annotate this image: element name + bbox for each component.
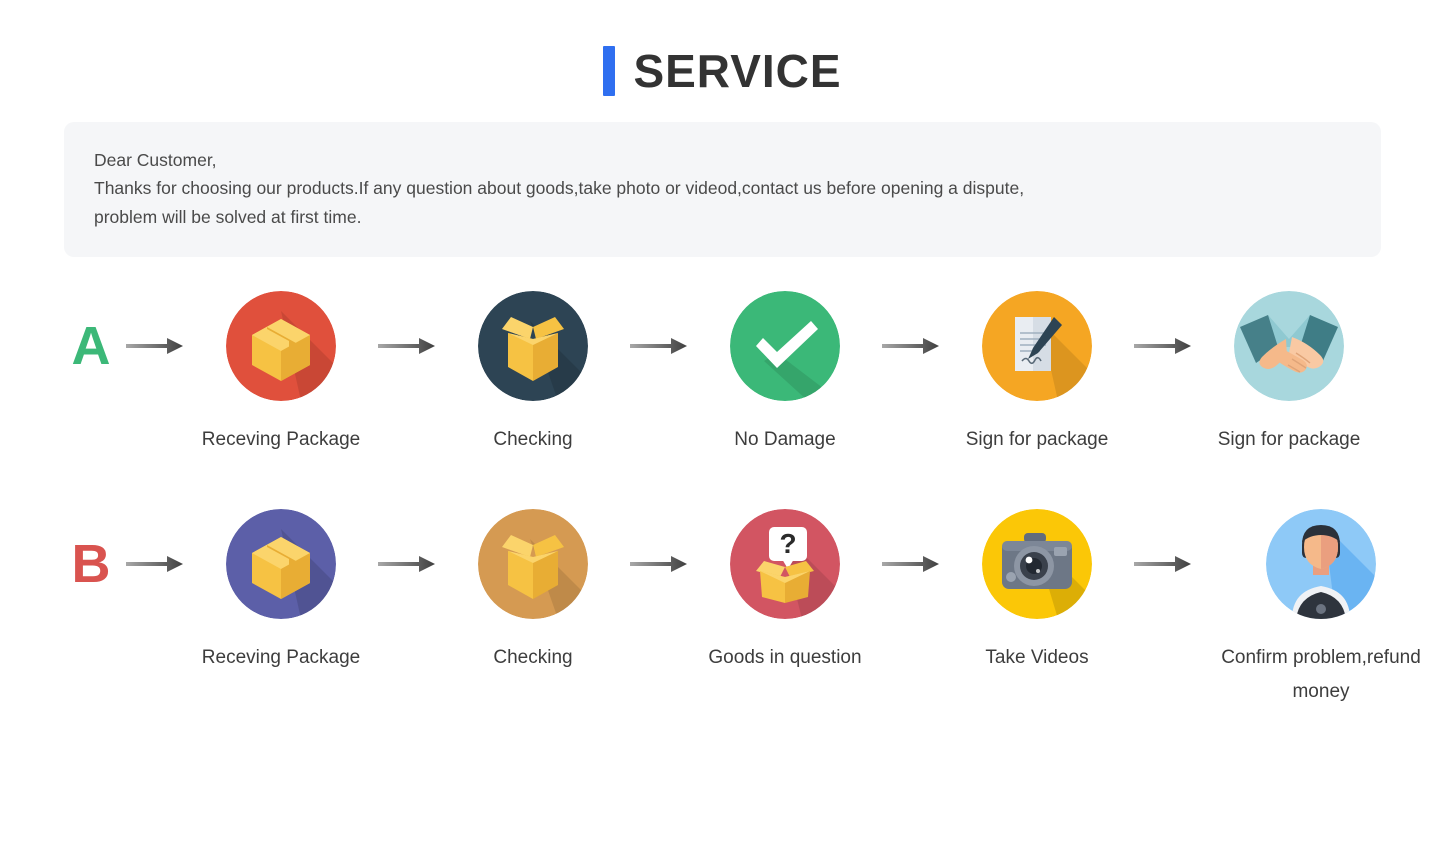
right-arrow-icon [374,291,440,401]
checkmark-icon [730,291,840,402]
flow-step-label: Checking [493,429,573,451]
flow-step-label: Take Videos [985,647,1089,669]
notice-line-2: problem will be solved at first time. [94,206,362,227]
page-title: SERVICE [0,0,1445,100]
flow-row-a: A Receving Package Checking No Damage Si… [60,291,1385,457]
camera-icon [982,509,1092,620]
right-arrow-icon [122,509,188,619]
flow-step: Receving Package [188,291,374,457]
flow-step-label: Checking [493,647,573,669]
flow-label-a: A [71,316,111,377]
open-box-icon [478,291,588,402]
right-arrow-icon [626,509,692,619]
flow-step: No Damage [692,291,878,457]
flow-step-label: No Damage [734,429,836,451]
question-box-icon: ? [730,509,840,620]
closed-box-icon [226,509,336,620]
flow-step: Receving Package [188,509,374,675]
flow-row-b: B Receving Package Checking ? Goods in q… [60,509,1421,709]
notice-greeting: Dear Customer, [94,150,217,170]
service-page: SERVICE Dear Customer, Thanks for choosi… [0,0,1445,851]
open-box-icon [478,509,588,620]
right-arrow-icon [1130,291,1196,401]
service-flow-diagram: A Receving Package Checking No Damage Si… [0,291,1445,710]
flow-step: ? Goods in question [692,509,878,675]
right-arrow-icon [626,291,692,401]
document-sign-icon [982,291,1092,402]
right-arrow-icon [122,291,188,401]
handshake-icon [1234,291,1344,402]
right-arrow-icon [1130,509,1196,619]
flow-step: Confirm problem,refund money [1196,509,1445,709]
closed-box-icon [226,291,336,402]
customer-notice-box: Dear Customer, Thanks for choosing our p… [64,122,1381,258]
flow-step: Checking [440,291,626,457]
right-arrow-icon [878,509,944,619]
right-arrow-icon [878,291,944,401]
svg-text:?: ? [779,528,796,559]
right-arrow-icon [374,509,440,619]
flow-label-b: B [71,534,111,595]
flow-step: Sign for package [944,291,1130,457]
flow-step-label: Sign for package [1217,429,1361,451]
flow-step-label: Confirm problem,refund money [1221,647,1421,703]
flow-step-label: Sign for package [965,429,1109,451]
notice-line-1: Thanks for choosing our products.If any … [94,178,1025,199]
flow-step-label: Receving Package [201,647,361,669]
flow-step-label: Goods in question [708,647,862,669]
flow-step: Checking [440,509,626,675]
flow-step: Sign for package [1196,291,1382,457]
flow-step: Take Videos [944,509,1130,675]
flow-step-label: Receving Package [201,429,361,451]
page-title-text: SERVICE [633,45,842,97]
person-avatar-icon [1266,509,1376,620]
title-accent-bar [603,46,616,96]
